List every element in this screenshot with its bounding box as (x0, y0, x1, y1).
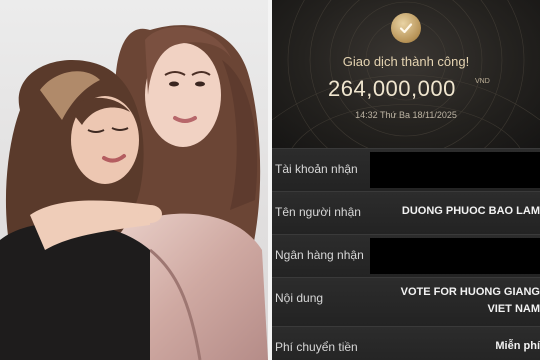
redacted-box (370, 152, 540, 188)
transaction-datetime: 14:32 Thứ Ba 18/11/2025 (355, 110, 457, 120)
detail-value: DUONG PHUOC BAO LAM (401, 205, 540, 217)
detail-value: Miễn phí (495, 340, 540, 352)
detail-label: Tài khoản nhận (275, 162, 358, 176)
detail-value-line2: VIET NAM (487, 303, 540, 315)
detail-row-recipient: Tên người nhận DUONG PHUOC BAO LAM (272, 191, 540, 234)
receipt-header: Giao dịch thành công! 264,000,000 VND 14… (272, 0, 540, 148)
redacted-box (370, 238, 540, 274)
detail-row-bank: Ngân hàng nhận (272, 234, 540, 277)
detail-label: Tên người nhận (275, 205, 361, 219)
receipt-details: Tài khoản nhận Tên người nhận DUONG PHUO… (272, 148, 540, 360)
transaction-amount: 264,000,000 (328, 76, 456, 101)
detail-row-account: Tài khoản nhận (272, 148, 540, 191)
check-icon (391, 13, 421, 43)
detail-value: VOTE FOR HUONG GIANG (400, 286, 540, 298)
detail-row-content: Nội dung VOTE FOR HUONG GIANG VIET NAM (272, 277, 540, 326)
transaction-status: Giao dịch thành công! (342, 54, 470, 69)
detail-label: Ngân hàng nhận (275, 248, 364, 262)
photo-two-women (0, 0, 268, 360)
detail-label: Phí chuyển tiền (275, 340, 358, 354)
photo-illustration (0, 0, 268, 360)
currency-label: VND (475, 78, 490, 85)
detail-label: Nội dung (275, 291, 324, 305)
detail-row-fee: Phí chuyển tiền Miễn phí (272, 326, 540, 360)
transaction-receipt: Giao dịch thành công! 264,000,000 VND 14… (272, 0, 540, 360)
